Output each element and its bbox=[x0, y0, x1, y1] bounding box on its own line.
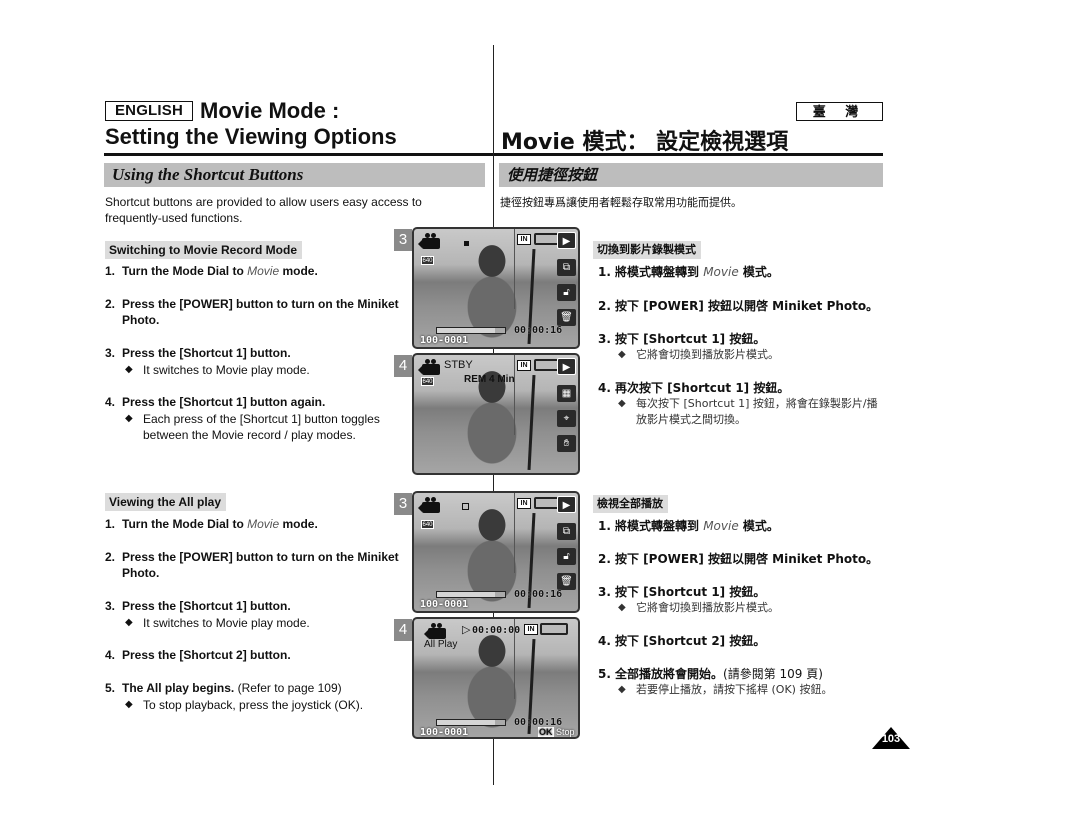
record-step-4-bullet-tw: ◆ 每次按下 [Shortcut 1] 按鈕，將會在錄製影片/播放影片模式之間切換… bbox=[618, 397, 878, 426]
record-step-2-tw: 2. 按下 [POWER] 按鈕以開啓 Miniket Photo。 bbox=[598, 299, 879, 313]
resolution-icon: 640 bbox=[421, 520, 434, 529]
record-step-3-en: 3. Press the [Shortcut 1] button. bbox=[105, 346, 291, 360]
movie-camera-icon bbox=[418, 497, 440, 513]
diamond-bullet-icon: ◆ bbox=[125, 617, 133, 628]
playback-progress-bar bbox=[436, 719, 506, 726]
internal-memory-icon: IN bbox=[517, 360, 531, 371]
play-mode-icon: ▶ bbox=[557, 358, 576, 375]
protect-icon: 🔓︎ bbox=[557, 284, 576, 301]
allplay-step-5-tw: 5. 全部播放將會開始。(請參閱第 109 頁) bbox=[598, 667, 823, 681]
allplay-step-1-en: 1. Turn the Mode Dial to Movie mode. bbox=[105, 517, 318, 531]
diamond-bullet-icon: ◆ bbox=[125, 364, 133, 375]
diamond-bullet-icon: ◆ bbox=[125, 699, 133, 710]
record-step-4-en: 4. Press the [Shortcut 1] button again. bbox=[105, 395, 326, 409]
movie-camera-icon bbox=[424, 623, 446, 639]
stabilizer-icon: ✋︎ bbox=[557, 435, 576, 452]
quality-icon: ▦ bbox=[557, 385, 576, 402]
screen-badge: 3 bbox=[394, 493, 412, 515]
record-step-2-en: 2. Press the [POWER] button to turn on th… bbox=[105, 297, 399, 327]
all-play-label: All Play bbox=[424, 639, 458, 650]
protect-icon: 🔓︎ bbox=[557, 548, 576, 565]
record-step-1-en: 1. Turn the Mode Dial to Movie mode. bbox=[105, 264, 318, 278]
screen-badge: 3 bbox=[394, 229, 412, 251]
delete-icon: 🗑︎ bbox=[557, 309, 576, 326]
file-number: 100-0001 bbox=[420, 727, 469, 738]
playback-progress-bar bbox=[436, 591, 506, 598]
movie-camera-icon bbox=[418, 359, 440, 375]
language-label-en: ENGLISH bbox=[105, 101, 193, 121]
subheading-allplay-tw: 檢視全部播放 bbox=[593, 495, 668, 513]
standby-status: STBY bbox=[444, 359, 473, 371]
intro-text-en: Shortcut buttons are provided to allow u… bbox=[105, 195, 422, 225]
file-number: 100-0001 bbox=[420, 599, 469, 610]
record-step-4-bullet-en: ◆ Each press of the [Shortcut 1] button t… bbox=[125, 412, 380, 442]
screen-badge: 4 bbox=[394, 355, 412, 377]
diamond-bullet-icon: ◆ bbox=[125, 413, 133, 424]
allplay-step-1-tw: 1. 將模式轉盤轉到 Movie 模式。 bbox=[598, 519, 779, 533]
stop-icon bbox=[462, 503, 469, 510]
play-mode-icon: ▶ bbox=[557, 232, 576, 249]
remaining-time: REM 4 Min bbox=[464, 374, 515, 385]
page-title-line2: Setting the Viewing Options bbox=[105, 124, 397, 149]
camera-screen-standby: STBY 640 REM 4 Min IN ▶ ▦ ⌖ ✋︎ bbox=[412, 353, 580, 475]
intro-text-tw: 捷徑按鈕專爲讓使用者輕鬆存取常用功能而提供。 bbox=[500, 196, 742, 209]
allplay-step-4-tw: 4. 按下 [Shortcut 2] 按鈕。 bbox=[598, 634, 766, 648]
page-title-line1: Movie Mode : bbox=[200, 98, 340, 123]
internal-memory-icon: IN bbox=[517, 498, 531, 509]
record-step-3-bullet-en: ◆ It switches to Movie play mode. bbox=[125, 363, 310, 377]
record-stop-icon bbox=[464, 241, 469, 246]
screen-badge: 4 bbox=[394, 619, 412, 641]
delete-icon: 🗑︎ bbox=[557, 573, 576, 590]
camera-screen-record: 640 IN ▶ ⧉ 🔓︎ 🗑︎ 00:00:16 100-0001 bbox=[412, 227, 580, 349]
camera-screen-play: 640 IN ▶ ⧉ 🔓︎ 🗑︎ 00:00:16 100-0001 bbox=[412, 491, 580, 613]
camera-screen-allplay: ▷ 00:00:00 All Play IN 00:00:16 100-0001… bbox=[412, 617, 580, 739]
record-step-3-bullet-tw: ◆ 它將會切換到播放影片模式。 bbox=[618, 348, 779, 361]
multi-view-icon: ⧉ bbox=[557, 259, 576, 276]
allplay-step-2-en: 2. Press the [POWER] button to turn on th… bbox=[105, 550, 399, 580]
page-number: 103 bbox=[881, 733, 901, 745]
allplay-step-4-en: 4. Press the [Shortcut 2] button. bbox=[105, 648, 291, 662]
timecode: 00:00:16 bbox=[514, 325, 563, 336]
movie-camera-icon bbox=[418, 233, 440, 249]
diamond-bullet-icon: ◆ bbox=[618, 349, 626, 360]
header-rule-en bbox=[104, 153, 493, 156]
diamond-bullet-icon: ◆ bbox=[618, 398, 626, 409]
record-step-3-tw: 3. 按下 [Shortcut 1] 按鈕。 bbox=[598, 332, 766, 346]
allplay-step-3-bullet-en: ◆ It switches to Movie play mode. bbox=[125, 616, 310, 630]
diamond-bullet-icon: ◆ bbox=[618, 602, 626, 613]
allplay-step-5-bullet-tw: ◆ 若要停止播放，請按下搖桿 (OK) 按鈕。 bbox=[618, 683, 833, 696]
focus-icon: ⌖ bbox=[557, 410, 576, 427]
playback-progress-bar bbox=[436, 327, 506, 334]
allplay-step-5-en: 5. The All play begins. (Refer to page 10… bbox=[105, 681, 342, 695]
resolution-icon: 640 bbox=[421, 256, 434, 265]
section-title-en: Using the Shortcut Buttons bbox=[104, 163, 485, 187]
subheading-record-en: Switching to Movie Record Mode bbox=[105, 241, 303, 259]
page-number-triangle: 103 bbox=[872, 727, 910, 749]
allplay-step-2-tw: 2. 按下 [POWER] 按鈕以開啓 Miniket Photo。 bbox=[598, 552, 879, 566]
allplay-step-3-bullet-tw: ◆ 它將會切換到播放影片模式。 bbox=[618, 601, 779, 614]
diamond-bullet-icon: ◆ bbox=[618, 684, 626, 695]
record-step-4-tw: 4. 再次按下 [Shortcut 1] 按鈕。 bbox=[598, 381, 790, 395]
ok-key-icon: OK bbox=[538, 727, 554, 737]
record-step-1-tw: 1. 將模式轉盤轉到 Movie 模式。 bbox=[598, 265, 779, 279]
play-mode-icon: ▶ bbox=[557, 496, 576, 513]
file-number: 100-0001 bbox=[420, 335, 469, 346]
play-indicator-icon: ▷ bbox=[462, 624, 471, 636]
multi-view-icon: ⧉ bbox=[557, 523, 576, 540]
allplay-step-5-bullet-en: ◆ To stop playback, press the joystick (O… bbox=[125, 698, 364, 712]
timecode: 00:00:16 bbox=[514, 589, 563, 600]
allplay-step-3-en: 3. Press the [Shortcut 1] button. bbox=[105, 599, 291, 613]
page-title-tw: Movie 模式： 設定檢視選項 bbox=[501, 130, 789, 155]
section-title-tw: 使用捷徑按鈕 bbox=[499, 163, 883, 187]
resolution-icon: 640 bbox=[421, 377, 434, 386]
internal-memory-icon: IN bbox=[517, 234, 531, 245]
battery-icon bbox=[540, 623, 568, 635]
ok-stop-hint: OK Stop bbox=[538, 727, 575, 737]
language-label-tw: 臺 灣 bbox=[796, 102, 883, 121]
play-time: 00:00:00 bbox=[472, 625, 521, 636]
internal-memory-icon: IN bbox=[524, 624, 538, 635]
allplay-step-3-tw: 3. 按下 [Shortcut 1] 按鈕。 bbox=[598, 585, 766, 599]
subheading-record-tw: 切換到影片錄製模式 bbox=[593, 241, 701, 259]
subheading-allplay-en: Viewing the All play bbox=[105, 493, 227, 511]
